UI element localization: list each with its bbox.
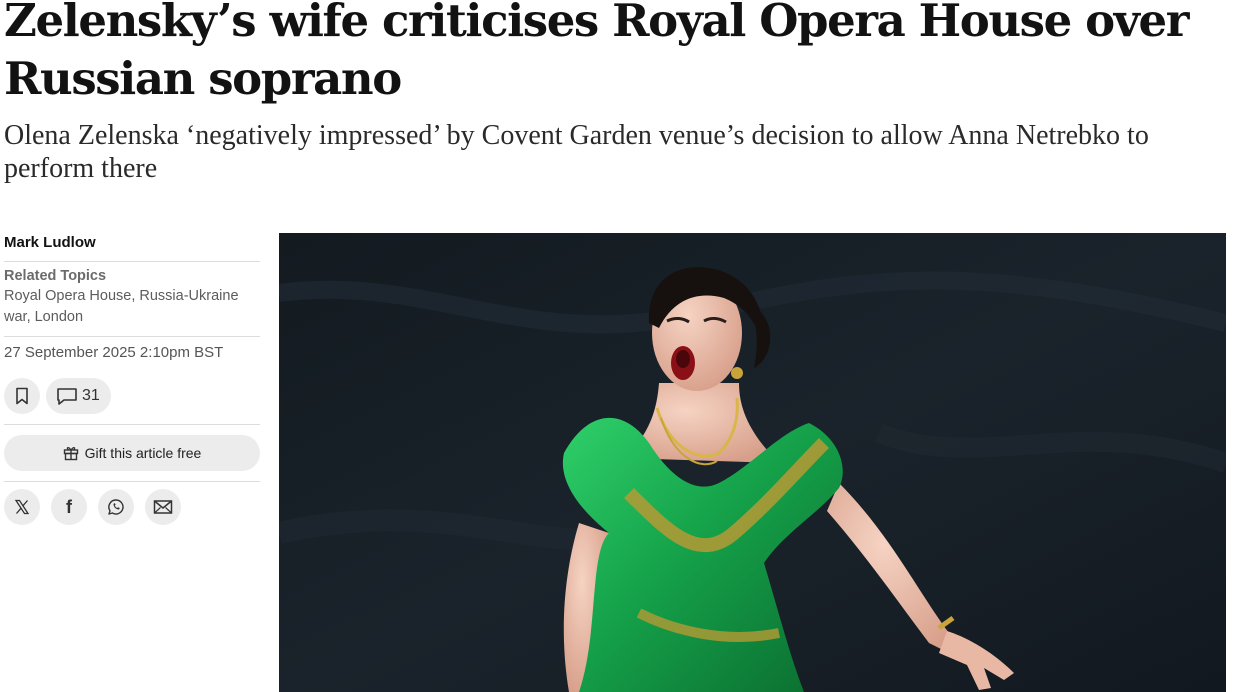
x-icon (14, 499, 30, 515)
comment-count: 31 (82, 387, 100, 404)
article-actions: 31 (4, 378, 260, 425)
related-topics: Related Topics Royal Opera House, Russia… (4, 262, 260, 337)
related-topics-links[interactable]: Royal Opera House, Russia-Ukraine war, L… (4, 286, 260, 328)
facebook-icon: f (66, 497, 72, 517)
share-whatsapp-button[interactable] (98, 489, 134, 525)
gift-icon (63, 447, 78, 461)
whatsapp-icon (108, 499, 124, 515)
article-standfirst: Olena Zelenska ‘negatively impressed’ by… (4, 120, 1149, 184)
article-hero-image (279, 233, 1226, 692)
related-topics-label: Related Topics (4, 268, 107, 284)
share-buttons: f (4, 481, 260, 525)
author-name[interactable]: Mark Ludlow (4, 230, 260, 262)
publish-date: 27 September 2025 2:10pm BST (4, 344, 224, 361)
email-icon (153, 500, 173, 514)
bookmark-icon (16, 387, 28, 405)
article-headline: Zelensky’s wife criticises Royal Opera H… (4, 0, 1189, 105)
gift-article-label: Gift this article free (84, 445, 202, 461)
comments-button[interactable]: 31 (46, 378, 111, 414)
share-x-button[interactable] (4, 489, 40, 525)
gift-article-button[interactable]: Gift this article free (4, 435, 260, 471)
soprano-in-green-gown-icon (279, 233, 1226, 692)
share-facebook-button[interactable]: f (51, 489, 87, 525)
article-meta-sidebar: Mark Ludlow Related Topics Royal Opera H… (4, 230, 260, 525)
bookmark-button[interactable] (4, 378, 40, 414)
share-email-button[interactable] (145, 489, 181, 525)
comment-icon (57, 388, 77, 405)
